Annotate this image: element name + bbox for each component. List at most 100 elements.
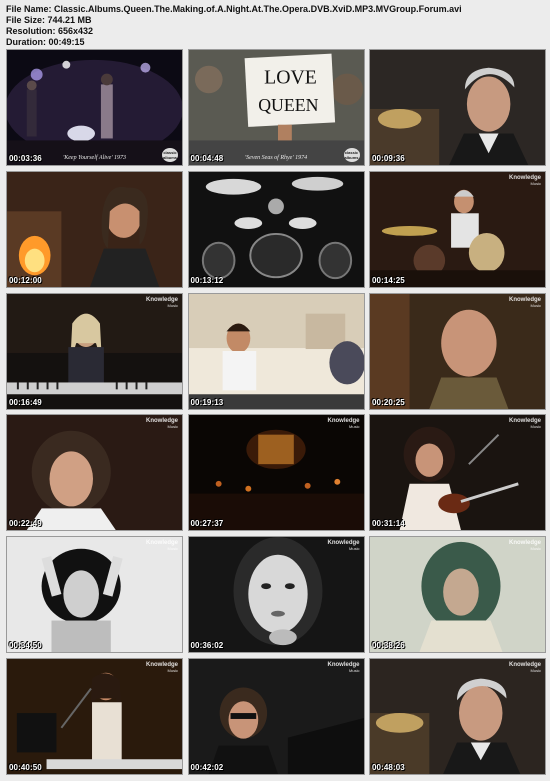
timestamp-label: 00:36:02 (190, 641, 224, 651)
video-thumbnail: Knowledge Music 00:40:50 (6, 657, 183, 775)
frame-image (370, 415, 545, 531)
video-thumbnail: Knowledge Music 00:34:50 (6, 536, 183, 654)
file-size-label: File Size: (6, 15, 46, 25)
frame-image (7, 658, 182, 774)
video-thumbnail: Knowledge Music 00:27:37 (187, 414, 365, 532)
timestamp-label: 00:48:03 (372, 762, 405, 772)
video-thumbnail: Knowledge Music 00:14:25 (369, 170, 546, 288)
channel-logo-text: Knowledge (508, 296, 541, 303)
file-info-header: File Name: Classic.Albums.Queen.The.Maki… (6, 4, 546, 48)
file-name-label: File Name: (6, 4, 52, 14)
timestamp-label: 00:31:14 (372, 519, 405, 529)
timestamp-label: 00:09:36 (372, 154, 405, 163)
frame-image (188, 171, 364, 287)
channel-logo-subtext: Music (349, 667, 360, 673)
channel-logo: Knowledge Music (146, 540, 178, 552)
channel-logo-subtext: Music (349, 546, 360, 552)
frame-image (7, 50, 182, 165)
video-thumbnail: Knowledge Music 00:48:03 (369, 657, 546, 775)
video-thumbnail: Knowledge Music 00:22:49 (6, 414, 183, 532)
timestamp-label: 00:34:50 (9, 641, 42, 651)
channel-logo-subtext: Music (167, 546, 178, 552)
timestamp-label: 00:27:37 (190, 519, 224, 529)
channel-logo: Knowledge Music (327, 540, 359, 552)
video-thumbnail: classic albums 'Keep Yourself Alive' 1973… (6, 49, 183, 166)
channel-logo-text: Knowledge (145, 296, 178, 303)
channel-logo: Knowledge Music (327, 418, 359, 430)
frame-image (7, 537, 182, 653)
channel-logo-subtext: Music (167, 667, 178, 673)
file-name-value: Classic.Albums.Queen.The.Making.of.A.Nig… (54, 4, 462, 14)
channel-logo-subtext: Music (530, 424, 541, 430)
frame-image (370, 537, 545, 653)
song-caption: 'Seven Seas of Rhye' 1974 (244, 155, 308, 161)
video-thumbnail: LOVE QUEEN classic albums 'Seven Seas of … (187, 49, 365, 166)
file-size-line: File Size: 744.21 MB (6, 15, 546, 26)
duration-label: Duration: (6, 37, 46, 47)
timestamp-label: 00:13:12 (190, 275, 224, 285)
channel-logo-text: Knowledge (508, 174, 541, 181)
channel-logo: Knowledge Music (509, 175, 541, 187)
duration-line: Duration: 00:49:15 (6, 37, 546, 48)
video-thumbnail: Knowledge Music 00:38:26 (369, 536, 546, 654)
frame-image (188, 658, 364, 774)
frame-image (370, 293, 545, 409)
channel-logo-subtext: Music (530, 667, 541, 673)
timestamp-label: 00:19:13 (190, 397, 224, 407)
channel-logo: Knowledge Music (146, 418, 178, 430)
frame-image (188, 293, 364, 409)
timestamp-label: 00:42:02 (190, 762, 224, 772)
sign-text-queen: QUEEN (258, 95, 318, 115)
video-thumbnail: Knowledge Music 00:20:25 (369, 292, 546, 410)
channel-logo-subtext: Music (167, 424, 178, 430)
channel-logo: Knowledge Music (327, 662, 359, 674)
channel-logo-subtext: Music (167, 302, 178, 308)
timestamp-label: 00:38:26 (372, 641, 405, 651)
channel-logo-subtext: Music (530, 180, 541, 186)
channel-logo: Knowledge Music (146, 662, 178, 674)
timestamp-label: 00:12:00 (9, 275, 42, 285)
channel-logo: Knowledge Music (146, 297, 178, 309)
video-thumbnail: Knowledge Music 00:36:02 (187, 536, 365, 654)
video-thumbnail: Knowledge Music 00:31:14 (369, 414, 546, 532)
thumbnail-grid: classic albums 'Keep Yourself Alive' 1973… (6, 49, 546, 775)
frame-image (7, 293, 182, 409)
song-caption: 'Keep Yourself Alive' 1973 (62, 155, 127, 161)
frame-image (370, 171, 545, 287)
timestamp-label: 00:16:49 (9, 397, 42, 407)
frame-image (370, 658, 545, 774)
classic-albums-logo: classic albums (162, 148, 178, 162)
timestamp-label: 00:03:36 (9, 154, 42, 163)
timestamp-label: 00:40:50 (9, 762, 42, 772)
timestamp-label: 00:14:25 (372, 275, 405, 285)
frame-image: LOVE QUEEN (188, 50, 364, 165)
channel-logo-subtext: Music (530, 302, 541, 308)
timestamp-label: 00:20:25 (372, 397, 405, 407)
resolution-label: Resolution: (6, 26, 56, 36)
timestamp-label: 00:04:48 (190, 154, 224, 163)
video-thumbnail: 00:09:36 (369, 49, 546, 166)
channel-logo: Knowledge Music (509, 662, 541, 674)
video-thumbnail: 00:19:13 (187, 292, 365, 410)
video-thumbnail: 00:13:12 (187, 170, 365, 288)
duration-value: 00:49:15 (48, 37, 85, 47)
resolution-line: Resolution: 656x432 (6, 26, 546, 37)
channel-logo-subtext: Music (349, 424, 360, 430)
timestamp-label: 00:22:49 (9, 519, 42, 529)
channel-logo: Knowledge Music (509, 540, 541, 552)
video-thumbnail: Knowledge Music 00:16:49 (6, 292, 183, 410)
frame-image (188, 537, 364, 653)
sign-text-love: LOVE (264, 66, 317, 88)
video-thumbnail: 00:12:00 (6, 170, 183, 288)
file-name-line: File Name: Classic.Albums.Queen.The.Maki… (6, 4, 546, 15)
channel-logo: Knowledge Music (509, 297, 541, 309)
channel-logo-subtext: Music (530, 546, 541, 552)
video-thumbnail: Knowledge Music 00:42:02 (187, 657, 365, 775)
resolution-value: 656x432 (58, 26, 94, 36)
file-size-value: 744.21 MB (47, 15, 92, 25)
frame-image (188, 415, 364, 531)
channel-logo: Knowledge Music (509, 418, 541, 430)
frame-image (7, 415, 182, 531)
classic-albums-logo: classic albums (343, 148, 360, 162)
frame-image (7, 171, 182, 287)
